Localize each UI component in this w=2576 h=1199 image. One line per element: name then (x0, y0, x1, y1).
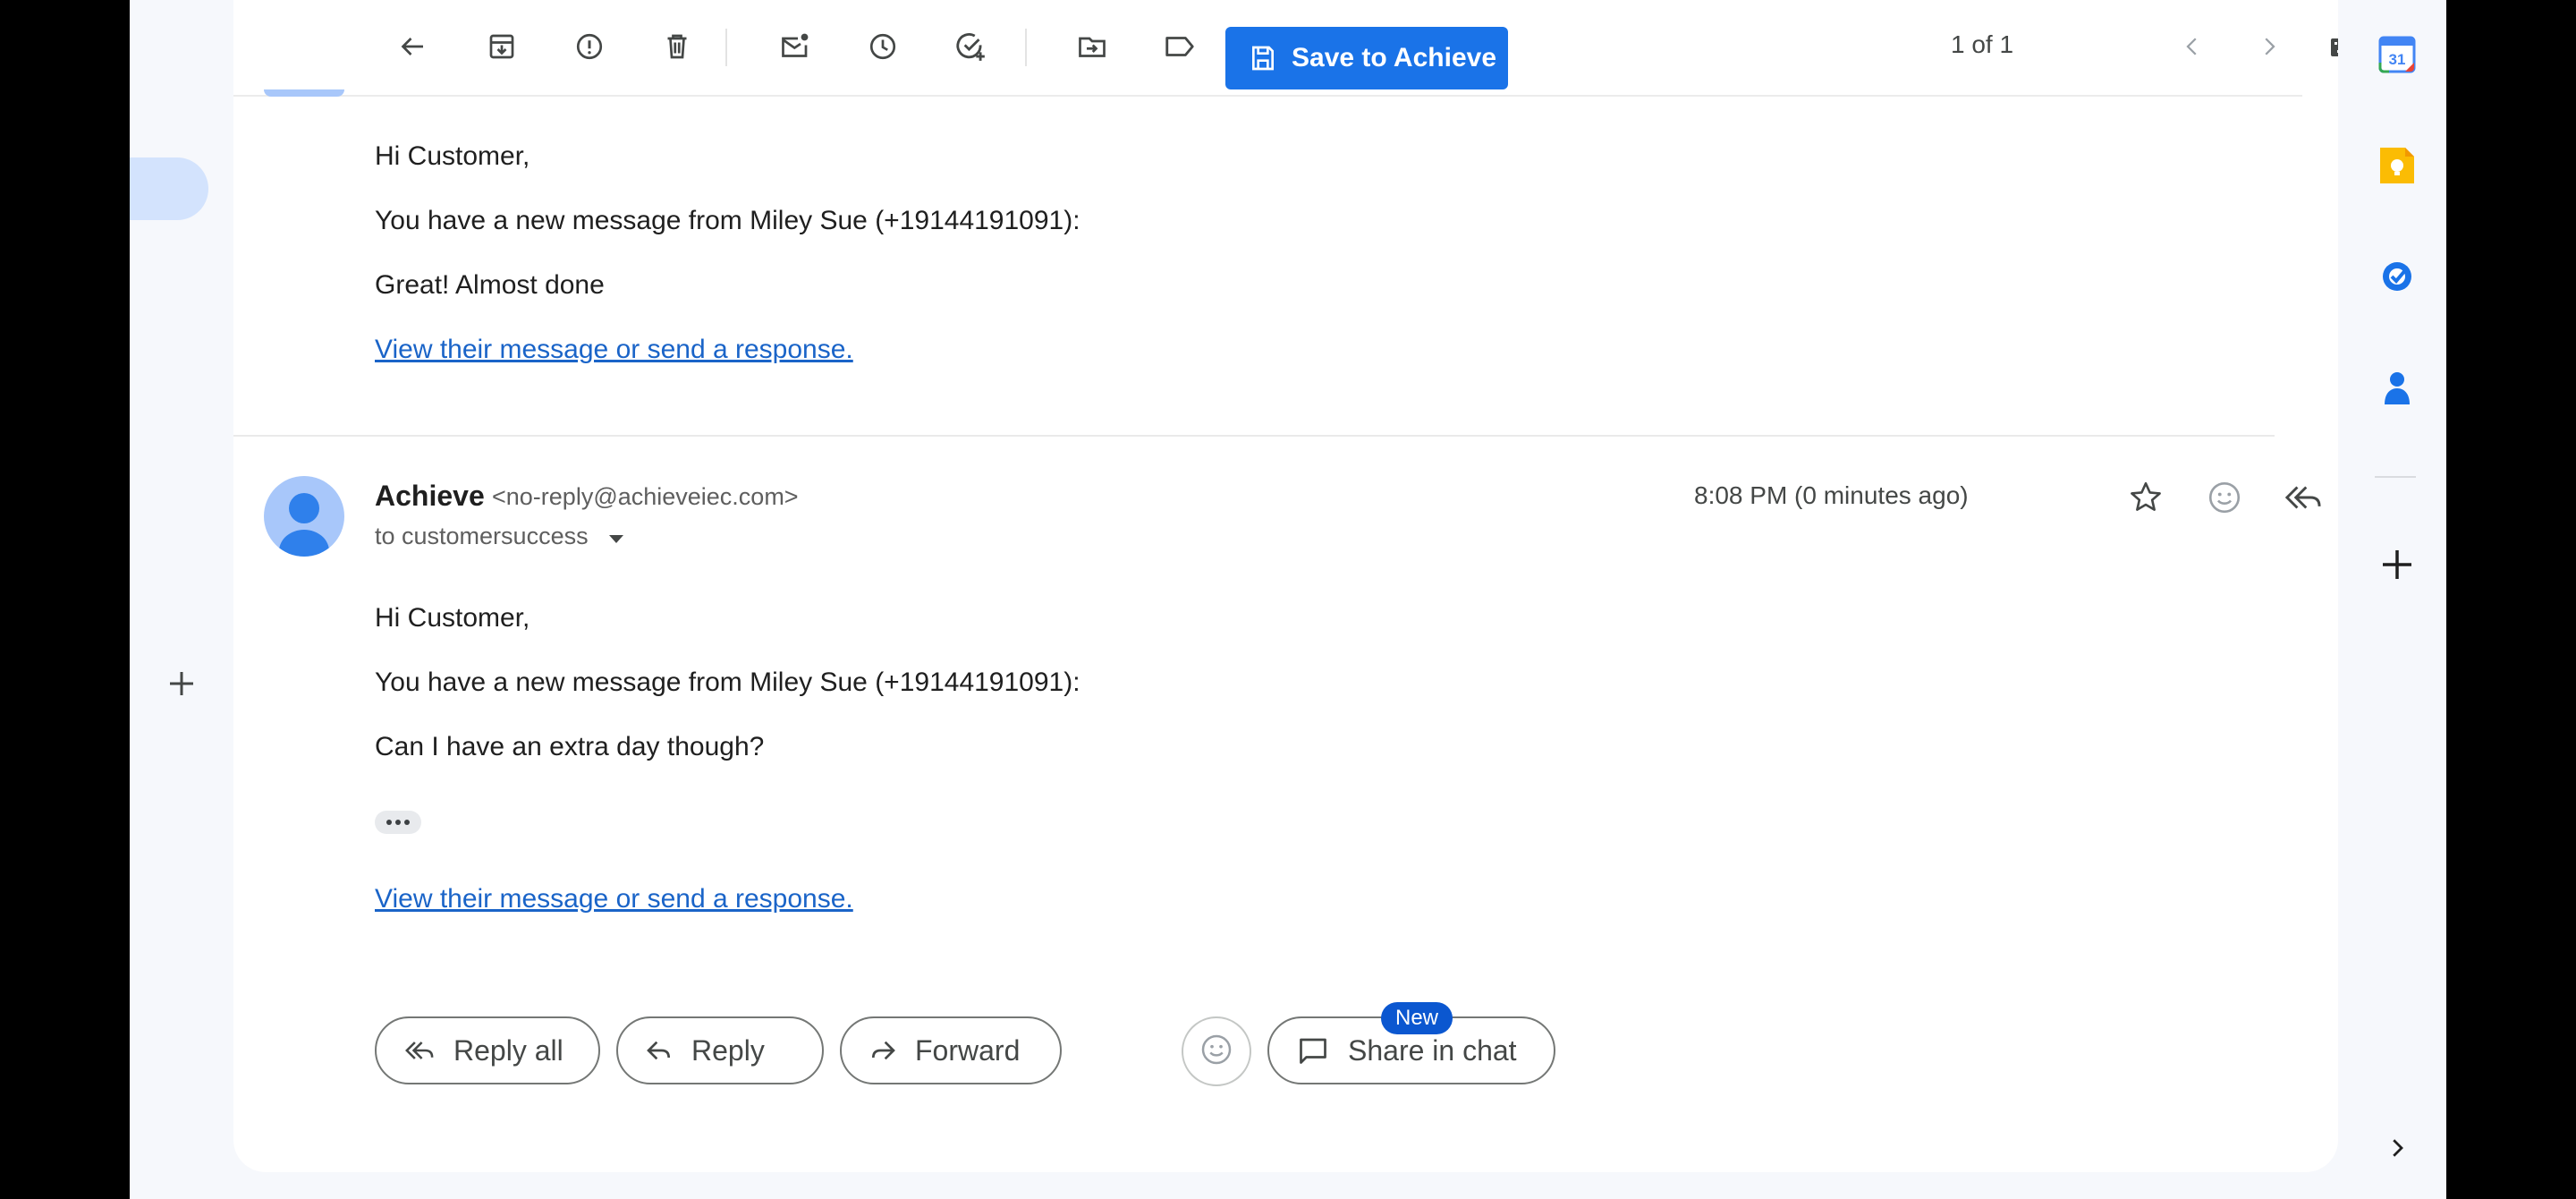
previous-greeting: Hi Customer, (375, 141, 530, 171)
add-reaction-button[interactable] (1182, 1016, 1251, 1086)
previous-response-link[interactable]: View their message or send a response. (375, 335, 853, 365)
reply-all-button[interactable]: Reply all (375, 1016, 600, 1084)
calendar-date: 31 (2389, 51, 2406, 68)
reply-all-icon (403, 1036, 436, 1065)
avatar[interactable] (264, 476, 344, 557)
contacts-icon[interactable] (2375, 365, 2419, 410)
toolbar-divider (725, 29, 727, 66)
save-to-achieve-button[interactable]: Save to Achieve (1225, 27, 1508, 89)
recipient-line[interactable]: to customersuccess (375, 523, 625, 551)
forward-button[interactable]: Forward (840, 1016, 1062, 1084)
reply-icon (645, 1036, 674, 1065)
report-spam-icon[interactable] (563, 20, 616, 73)
add-to-tasks-icon[interactable] (944, 20, 997, 73)
sender-name[interactable]: Achieve (375, 480, 485, 513)
reply-button[interactable]: Reply (616, 1016, 824, 1084)
archive-icon[interactable] (475, 20, 529, 73)
add-reaction-icon[interactable] (2199, 472, 2250, 523)
keep-icon[interactable] (2375, 143, 2419, 188)
previous-message-text: Great! Almost done (375, 270, 605, 300)
sender-email: <no-reply@achieveiec.com> (492, 483, 799, 510)
forward-icon (869, 1036, 897, 1065)
message-greeting: Hi Customer, (375, 603, 530, 633)
message-response-link[interactable]: View their message or send a response. (375, 884, 853, 914)
reply-label: Reply (691, 1033, 765, 1067)
keyboard-icon[interactable] (2323, 20, 2338, 73)
snooze-icon[interactable] (856, 20, 910, 73)
save-button-label: Save to Achieve (1292, 43, 1496, 72)
message-text: Can I have an extra day though? (375, 732, 765, 761)
chat-icon (1296, 1034, 1330, 1067)
show-details-caret-icon[interactable] (607, 523, 625, 551)
message-divider (233, 435, 2275, 437)
message-intro: You have a new message from Miley Sue (+… (375, 668, 1080, 697)
share-in-chat-label: Share in chat (1348, 1033, 1517, 1067)
previous-avatar-edge (264, 89, 344, 97)
pager-count: 1 of 1 (1951, 30, 2014, 58)
show-trimmed-content-button[interactable] (375, 811, 421, 834)
reply-all-label: Reply all (453, 1033, 564, 1067)
new-badge: New (1381, 1002, 1453, 1034)
star-icon[interactable] (2121, 472, 2171, 523)
gmail-app: Save to Achieve 1 of 1 Hi Customer, You … (130, 0, 2446, 1199)
newer-chevron-icon[interactable] (2165, 20, 2219, 73)
older-chevron-icon[interactable] (2242, 20, 2296, 73)
move-to-icon[interactable] (1065, 20, 1119, 73)
forward-label: Forward (915, 1033, 1021, 1067)
add-label-icon[interactable] (155, 657, 208, 710)
message-toolbar: Save to Achieve 1 of 1 (233, 0, 2338, 97)
side-panel-divider (2375, 476, 2416, 478)
tasks-icon[interactable] (2375, 254, 2419, 299)
calendar-icon[interactable]: 31 (2375, 32, 2419, 77)
message-panel: Save to Achieve 1 of 1 Hi Customer, You … (233, 0, 2338, 1172)
emoji-icon (1199, 1032, 1234, 1072)
add-icon[interactable] (2375, 542, 2419, 587)
reply-all-icon[interactable] (2278, 472, 2328, 523)
recipient-text: to customersuccess (375, 523, 589, 549)
label-icon[interactable] (1153, 20, 1207, 73)
nav-active-pill[interactable] (130, 157, 208, 220)
delete-icon[interactable] (650, 20, 704, 73)
mark-unread-icon[interactable] (768, 20, 822, 73)
message-timestamp: 8:08 PM (0 minutes ago) (1694, 481, 1969, 509)
previous-intro: You have a new message from Miley Sue (+… (375, 206, 1080, 235)
toolbar-divider (1025, 29, 1027, 66)
save-icon (1249, 44, 1277, 72)
back-arrow-icon[interactable] (386, 20, 439, 73)
expand-icon[interactable] (2375, 1126, 2419, 1170)
